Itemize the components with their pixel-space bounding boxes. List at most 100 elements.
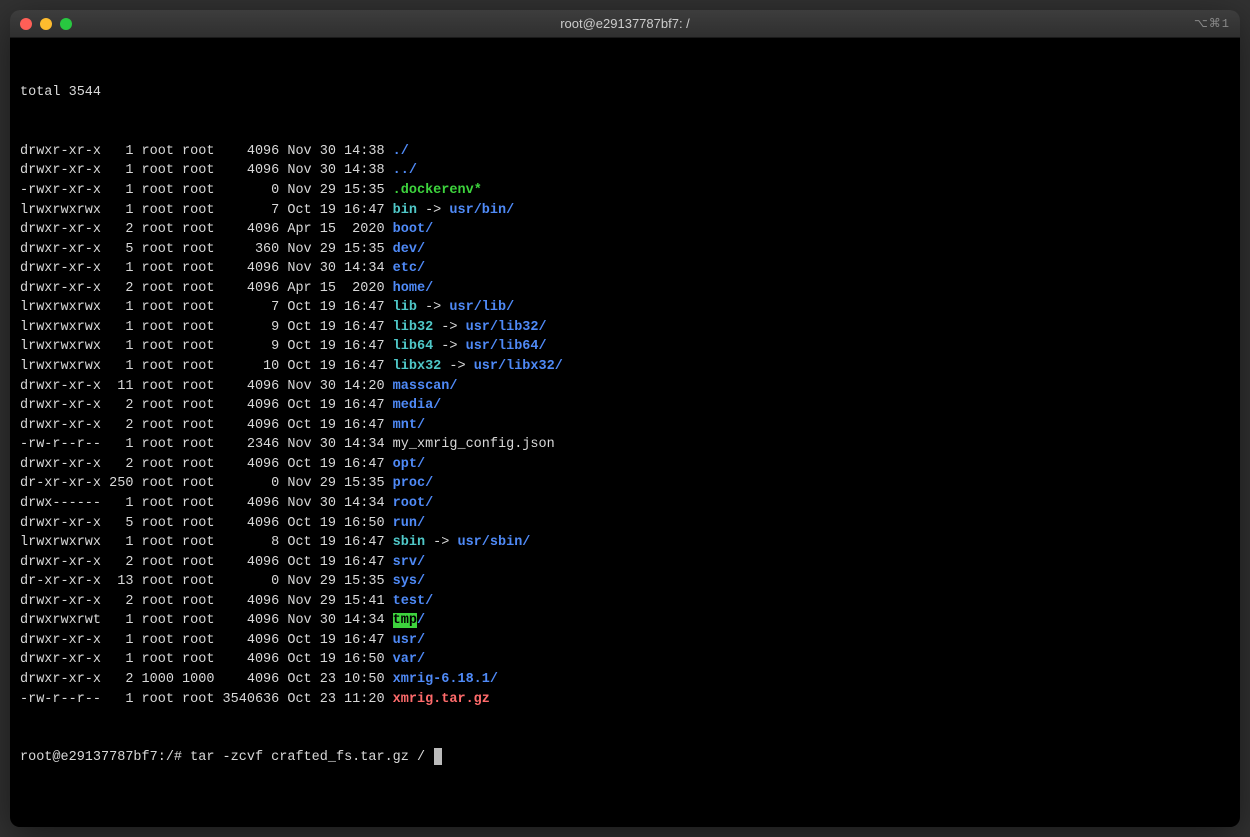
- listing-name: var/: [393, 652, 425, 667]
- listing-name: sys/: [393, 574, 425, 589]
- arrow-icon: ->: [417, 300, 449, 315]
- window-title: root@e29137787bf7: /: [10, 16, 1240, 31]
- listing-row: drwxr-xr-x 2 root root 4096 Nov 29 15:41…: [20, 592, 1230, 612]
- close-icon[interactable]: [20, 18, 32, 30]
- listing-row: drwxr-xr-x 11 root root 4096 Nov 30 14:2…: [20, 377, 1230, 397]
- listing-meta: drwxr-xr-x 1 root root 4096 Oct 19 16:50: [20, 652, 393, 667]
- listing-name: xmrig.tar.gz: [393, 692, 490, 707]
- listing-row: drwxr-xr-x 1 root root 4096 Nov 30 14:34…: [20, 259, 1230, 279]
- listing-name: lib64: [393, 339, 434, 354]
- arrow-icon: ->: [433, 320, 465, 335]
- listing-meta: drwxrwxrwt 1 root root 4096 Nov 30 14:34: [20, 613, 393, 628]
- listing-name: usr/: [393, 633, 425, 648]
- listing-row: drwxr-xr-x 1 root root 4096 Oct 19 16:47…: [20, 631, 1230, 651]
- command-input[interactable]: tar -zcvf crafted_fs.tar.gz /: [190, 750, 433, 765]
- listing-meta: drwxr-xr-x 2 root root 4096 Oct 19 16:47: [20, 418, 393, 433]
- listing-name: sbin: [393, 535, 425, 550]
- listing-name: ./: [393, 144, 409, 159]
- listing-name: dev/: [393, 242, 425, 257]
- listing-row: drwxrwxrwt 1 root root 4096 Nov 30 14:34…: [20, 611, 1230, 631]
- listing-meta: drwxr-xr-x 2 root root 4096 Oct 19 16:47: [20, 398, 393, 413]
- listing-row: drwxr-xr-x 2 root root 4096 Oct 19 16:47…: [20, 455, 1230, 475]
- listing-name: srv/: [393, 555, 425, 570]
- listing-name: xmrig-6.18.1/: [393, 672, 498, 687]
- listing-row: lrwxrwxrwx 1 root root 8 Oct 19 16:47 sb…: [20, 533, 1230, 553]
- arrow-icon: ->: [441, 359, 473, 374]
- listing-row: drwxr-xr-x 5 root root 360 Nov 29 15:35 …: [20, 240, 1230, 260]
- listing-name: tmp: [393, 613, 417, 628]
- listing-meta: dr-xr-xr-x 250 root root 0 Nov 29 15:35: [20, 476, 393, 491]
- listing-meta: drwxr-xr-x 1 root root 4096 Nov 30 14:38: [20, 144, 393, 159]
- listing-row: lrwxrwxrwx 1 root root 10 Oct 19 16:47 l…: [20, 357, 1230, 377]
- listing-row: drwxr-xr-x 2 root root 4096 Oct 19 16:47…: [20, 396, 1230, 416]
- listing-meta: drwxr-xr-x 2 root root 4096 Apr 15 2020: [20, 222, 393, 237]
- listing-meta: drwxr-xr-x 2 root root 4096 Oct 19 16:47: [20, 555, 393, 570]
- listing-meta: drwxr-xr-x 1 root root 4096 Nov 30 14:38: [20, 163, 393, 178]
- listing-target: usr/lib64/: [466, 339, 547, 354]
- cursor-icon: [434, 748, 442, 765]
- listing-name: home/: [393, 281, 434, 296]
- listing-name: ../: [393, 163, 417, 178]
- listing-meta: drwxr-xr-x 5 root root 360 Nov 29 15:35: [20, 242, 393, 257]
- listing-row: drwx------ 1 root root 4096 Nov 30 14:34…: [20, 494, 1230, 514]
- listing-name: libx32: [393, 359, 442, 374]
- arrow-icon: ->: [425, 535, 457, 550]
- minimize-icon[interactable]: [40, 18, 52, 30]
- listing-name: run/: [393, 516, 425, 531]
- listing-row: lrwxrwxrwx 1 root root 7 Oct 19 16:47 bi…: [20, 201, 1230, 221]
- listing-meta: drwxr-xr-x 11 root root 4096 Nov 30 14:2…: [20, 379, 393, 394]
- listing-meta: drwxr-xr-x 2 root root 4096 Nov 29 15:41: [20, 594, 393, 609]
- maximize-icon[interactable]: [60, 18, 72, 30]
- listing-suffix: /: [417, 613, 425, 628]
- listing-row: drwxr-xr-x 5 root root 4096 Oct 19 16:50…: [20, 514, 1230, 534]
- listing-meta: drwxr-xr-x 2 root root 4096 Oct 19 16:47: [20, 457, 393, 472]
- listing-name: test/: [393, 594, 434, 609]
- listing-target: usr/libx32/: [474, 359, 563, 374]
- listing-name: .dockerenv: [393, 183, 474, 198]
- listing-row: -rw-r--r-- 1 root root 3540636 Oct 23 11…: [20, 690, 1230, 710]
- prompt-line[interactable]: root@e29137787bf7:/# tar -zcvf crafted_f…: [20, 748, 1230, 768]
- listing-name: proc/: [393, 476, 434, 491]
- listing-container: drwxr-xr-x 1 root root 4096 Nov 30 14:38…: [20, 142, 1230, 709]
- listing-row: lrwxrwxrwx 1 root root 7 Oct 19 16:47 li…: [20, 298, 1230, 318]
- listing-row: drwxr-xr-x 2 root root 4096 Oct 19 16:47…: [20, 416, 1230, 436]
- listing-meta: drwxr-xr-x 1 root root 4096 Nov 30 14:34: [20, 261, 393, 276]
- listing-meta: drwxr-xr-x 5 root root 4096 Oct 19 16:50: [20, 516, 393, 531]
- terminal-body[interactable]: total 3544 drwxr-xr-x 1 root root 4096 N…: [10, 38, 1240, 827]
- total-line: total 3544: [20, 83, 1230, 103]
- traffic-lights: [20, 18, 72, 30]
- listing-name: bin: [393, 203, 417, 218]
- listing-suffix: *: [474, 183, 482, 198]
- listing-name: lib: [393, 300, 417, 315]
- listing-name: media/: [393, 398, 442, 413]
- listing-meta: -rwxr-xr-x 1 root root 0 Nov 29 15:35: [20, 183, 393, 198]
- listing-name: masscan/: [393, 379, 458, 394]
- listing-name: my_xmrig_config.json: [393, 437, 555, 452]
- listing-meta: lrwxrwxrwx 1 root root 7 Oct 19 16:47: [20, 300, 393, 315]
- listing-row: drwxr-xr-x 2 root root 4096 Apr 15 2020 …: [20, 279, 1230, 299]
- titlebar-right-text: ⌥⌘1: [1194, 16, 1230, 31]
- listing-name: root/: [393, 496, 434, 511]
- listing-name: boot/: [393, 222, 434, 237]
- listing-meta: lrwxrwxrwx 1 root root 8 Oct 19 16:47: [20, 535, 393, 550]
- listing-row: drwxr-xr-x 1 root root 4096 Oct 19 16:50…: [20, 650, 1230, 670]
- listing-meta: drwxr-xr-x 2 1000 1000 4096 Oct 23 10:50: [20, 672, 393, 687]
- listing-row: lrwxrwxrwx 1 root root 9 Oct 19 16:47 li…: [20, 318, 1230, 338]
- listing-target: usr/lib32/: [466, 320, 547, 335]
- listing-meta: -rw-r--r-- 1 root root 2346 Nov 30 14:34: [20, 437, 393, 452]
- listing-row: drwxr-xr-x 2 1000 1000 4096 Oct 23 10:50…: [20, 670, 1230, 690]
- arrow-icon: ->: [433, 339, 465, 354]
- listing-meta: lrwxrwxrwx 1 root root 9 Oct 19 16:47: [20, 320, 393, 335]
- listing-row: dr-xr-xr-x 13 root root 0 Nov 29 15:35 s…: [20, 572, 1230, 592]
- arrow-icon: ->: [417, 203, 449, 218]
- listing-meta: -rw-r--r-- 1 root root 3540636 Oct 23 11…: [20, 692, 393, 707]
- listing-meta: lrwxrwxrwx 1 root root 7 Oct 19 16:47: [20, 203, 393, 218]
- listing-target: usr/sbin/: [457, 535, 530, 550]
- listing-name: etc/: [393, 261, 425, 276]
- listing-meta: dr-xr-xr-x 13 root root 0 Nov 29 15:35: [20, 574, 393, 589]
- prompt-text: root@e29137787bf7:/#: [20, 750, 190, 765]
- listing-row: -rw-r--r-- 1 root root 2346 Nov 30 14:34…: [20, 435, 1230, 455]
- listing-target: usr/bin/: [449, 203, 514, 218]
- listing-row: drwxr-xr-x 2 root root 4096 Apr 15 2020 …: [20, 220, 1230, 240]
- listing-name: opt/: [393, 457, 425, 472]
